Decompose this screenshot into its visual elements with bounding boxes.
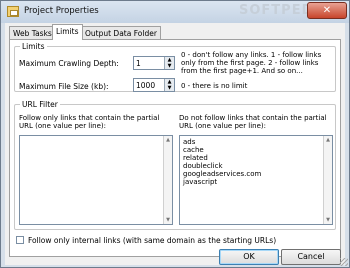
list-item: doubleclick bbox=[183, 162, 223, 170]
watermark: SOFTPED bbox=[239, 3, 314, 18]
ok-button[interactable]: OK bbox=[219, 249, 279, 265]
tab-web-tasks[interactable]: Web Tasks bbox=[9, 26, 56, 39]
follow-urls-list bbox=[20, 136, 172, 140]
scroll-down-icon[interactable]: ▼ bbox=[164, 217, 172, 223]
limits-group-label: Limits bbox=[20, 42, 47, 51]
window-title: Project Properties bbox=[24, 6, 99, 16]
resize-grip-icon[interactable] bbox=[340, 258, 348, 266]
follow-urls-scrollbar[interactable]: ▲ ▼ bbox=[163, 136, 172, 224]
internal-links-checkbox[interactable] bbox=[16, 236, 24, 244]
list-item: ads bbox=[183, 138, 196, 146]
project-properties-dialog: Project Properties SOFTPED ✕ Web Tasks L… bbox=[0, 0, 350, 268]
limits-group: Limits Maximum Crawling Depth: 1 ▲ ▼ 0 -… bbox=[14, 42, 336, 92]
close-button[interactable]: ✕ bbox=[307, 2, 347, 19]
tab-output-data-folder[interactable]: Output Data Folder bbox=[81, 26, 161, 39]
follow-urls-label: Follow only links that contain the parti… bbox=[19, 114, 160, 130]
file-size-value: 1000 bbox=[136, 81, 156, 90]
tab-panel-limits: Limits Maximum Crawling Depth: 1 ▲ ▼ 0 -… bbox=[9, 39, 341, 257]
scroll-up-icon[interactable]: ▲ bbox=[164, 137, 172, 143]
crawling-depth-label: Maximum Crawling Depth: bbox=[19, 59, 119, 68]
crawling-depth-description: 0 - don't follow any links. 1 - follow l… bbox=[181, 51, 322, 75]
title-bar[interactable]: Project Properties SOFTPED ✕ bbox=[1, 1, 349, 23]
url-filter-group-label: URL Filter bbox=[20, 100, 60, 109]
cancel-button[interactable]: Cancel bbox=[281, 249, 341, 265]
folder-icon bbox=[7, 6, 19, 17]
file-size-description: 0 - there is no limit bbox=[181, 82, 248, 90]
spin-down-icon[interactable]: ▼ bbox=[164, 85, 174, 91]
tab-limits[interactable]: Limits bbox=[52, 24, 83, 40]
url-filter-group: URL Filter Follow only links that contai… bbox=[14, 100, 336, 230]
list-item: related bbox=[183, 154, 208, 162]
exclude-urls-label: Do not follow links that contain the par… bbox=[179, 114, 327, 130]
crawling-depth-value: 1 bbox=[136, 59, 141, 68]
file-size-label: Maximum File Size (kb): bbox=[19, 82, 109, 91]
list-item: googleadservices.com bbox=[183, 170, 262, 178]
file-size-stepper[interactable]: 1000 ▲ ▼ bbox=[133, 78, 175, 92]
follow-urls-textarea[interactable]: ▲ ▼ bbox=[19, 135, 173, 225]
exclude-urls-list: ads cache related doubleclick googleadse… bbox=[180, 136, 332, 188]
list-item: javascript bbox=[183, 178, 218, 186]
scroll-up-icon[interactable]: ▲ bbox=[324, 137, 332, 143]
scroll-down-icon[interactable]: ▼ bbox=[324, 217, 332, 223]
spin-down-icon[interactable]: ▼ bbox=[164, 63, 174, 69]
crawling-depth-stepper[interactable]: 1 ▲ ▼ bbox=[133, 56, 175, 70]
exclude-urls-scrollbar[interactable]: ▲ ▼ bbox=[323, 136, 332, 224]
dialog-client-area: Web Tasks Limits Output Data Folder Limi… bbox=[5, 23, 345, 265]
internal-links-label[interactable]: Follow only internal links (with same do… bbox=[28, 236, 276, 245]
list-item: cache bbox=[183, 146, 204, 154]
exclude-urls-textarea[interactable]: ads cache related doubleclick googleadse… bbox=[179, 135, 333, 225]
